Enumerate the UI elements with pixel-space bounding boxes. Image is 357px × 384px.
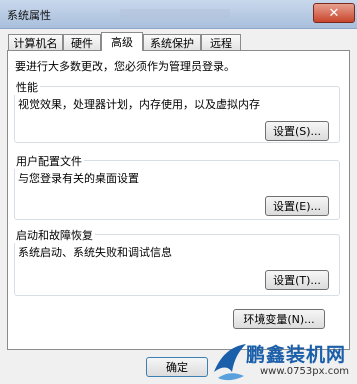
tab-remote[interactable]: 远程 — [201, 34, 241, 50]
user-profile-desc: 与您登录有关的桌面设置 — [18, 172, 139, 185]
watermark-url: www.0753px.com — [260, 366, 350, 377]
admin-note: 要进行大多数更改，您必须作为管理员登录。 — [15, 60, 235, 73]
bird-logo-icon — [214, 344, 246, 381]
tab-advanced[interactable]: 高级 — [101, 32, 143, 51]
tab-system-protection[interactable]: 系统保护 — [143, 34, 201, 50]
watermark: 鹏鑫装机网 www.0753px.com — [212, 340, 357, 384]
startup-settings-button[interactable]: 设置(T)... — [265, 270, 329, 290]
tab-computer-name[interactable]: 计算机名 — [8, 34, 63, 50]
close-icon: ✕ — [328, 5, 340, 21]
startup-desc: 系统启动、系统失败和调试信息 — [18, 246, 172, 259]
user-profile-title: 用户配置文件 — [14, 153, 84, 169]
blurred-title-region — [120, 9, 230, 18]
startup-title: 启动和故障恢复 — [14, 227, 95, 243]
window-title: 系统属性 — [7, 9, 51, 22]
close-button[interactable]: ✕ — [313, 3, 355, 23]
ok-button[interactable]: 确定 — [146, 357, 208, 377]
performance-settings-button[interactable]: 设置(S)... — [265, 121, 329, 141]
title-bar: 系统属性 ✕ — [0, 0, 357, 29]
environment-variables-button[interactable]: 环境变量(N)... — [233, 309, 325, 329]
tab-hardware[interactable]: 硬件 — [63, 34, 101, 50]
watermark-brand: 鹏鑫装机网 — [246, 344, 347, 366]
user-profile-settings-button[interactable]: 设置(E)... — [265, 196, 329, 216]
performance-desc: 视觉效果，处理器计划，内存使用，以及虚拟内存 — [18, 98, 260, 111]
performance-title: 性能 — [14, 79, 40, 95]
